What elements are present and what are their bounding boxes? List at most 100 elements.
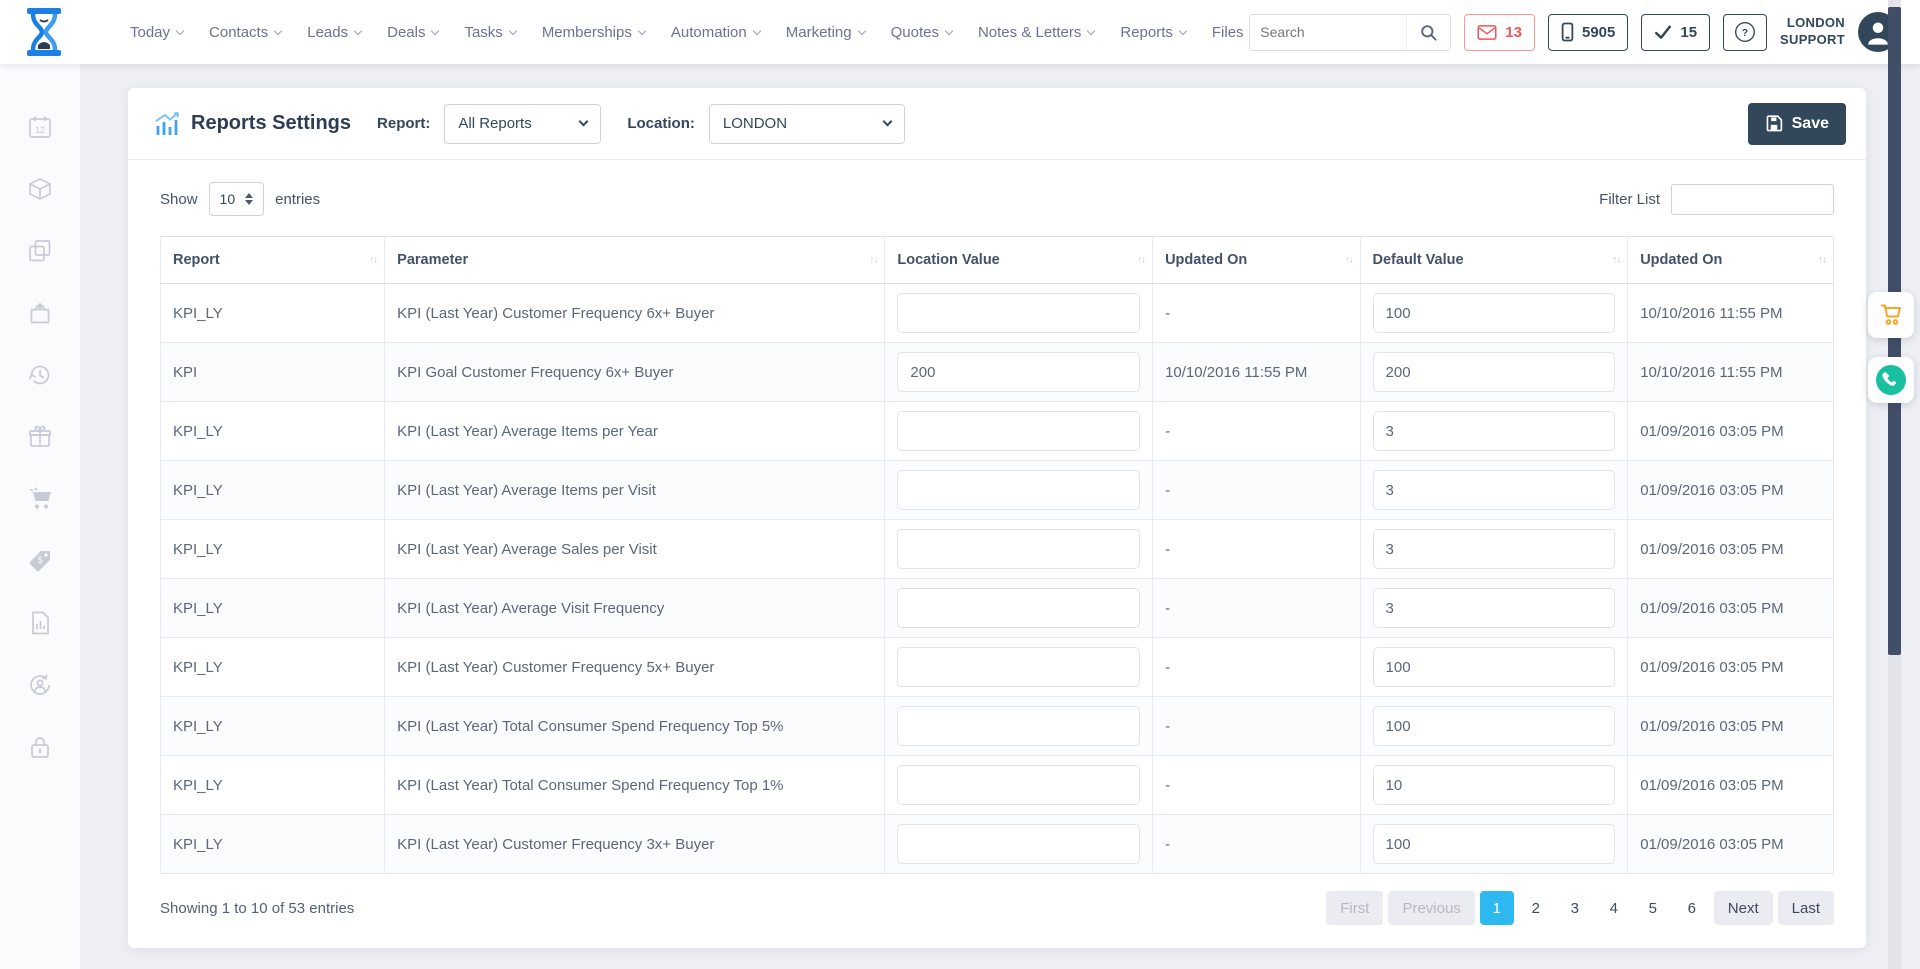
default-updated-cell: 01/09/2016 03:05 PM — [1628, 697, 1834, 756]
filter-input[interactable] — [1671, 184, 1834, 215]
help-button[interactable]: ? — [1723, 14, 1767, 51]
navbar-right: 13 5905 15 ? LONDON SUPPORT — [1249, 12, 1898, 52]
cart-icon[interactable] — [27, 486, 53, 512]
default-value-input[interactable] — [1373, 824, 1616, 864]
default-value-input[interactable] — [1373, 765, 1616, 805]
shopping-bag-icon[interactable] — [27, 300, 53, 326]
location-value-input[interactable] — [897, 293, 1140, 333]
default-updated-cell: 01/09/2016 03:05 PM — [1628, 402, 1834, 461]
default-value-input[interactable] — [1373, 352, 1616, 392]
nav-item-reports[interactable]: Reports — [1120, 24, 1186, 41]
pagination-page-1[interactable]: 1 — [1480, 891, 1514, 925]
pagination-page-3[interactable]: 3 — [1558, 891, 1592, 925]
location-value-input[interactable] — [897, 588, 1140, 628]
column-header-location-value[interactable]: Location Value↑↓ — [885, 237, 1153, 284]
column-header-updated-on[interactable]: Updated On↑↓ — [1153, 237, 1360, 284]
pagination-page-5[interactable]: 5 — [1636, 891, 1670, 925]
location-updated-cell: - — [1153, 638, 1360, 697]
default-value-input[interactable] — [1373, 529, 1616, 569]
tasks-badge[interactable]: 15 — [1641, 14, 1710, 51]
parameter-cell: KPI (Last Year) Average Visit Frequency — [385, 579, 885, 638]
nav-item-label: Files — [1212, 24, 1244, 41]
column-header-updated-on-2[interactable]: Updated On↑↓ — [1628, 237, 1834, 284]
package-icon[interactable] — [27, 176, 53, 202]
nav-item-deals[interactable]: Deals — [387, 24, 438, 41]
messages-badge[interactable]: 13 — [1464, 14, 1535, 51]
location-value-input[interactable] — [897, 706, 1140, 746]
nav-item-today[interactable]: Today — [130, 24, 183, 41]
location-value-input[interactable] — [897, 824, 1140, 864]
nav-item-leads[interactable]: Leads — [307, 24, 361, 41]
scrollbar-track[interactable] — [1888, 0, 1901, 969]
table-row: KPI_LY KPI (Last Year) Customer Frequenc… — [161, 284, 1834, 343]
table-row: KPI_LY KPI (Last Year) Average Items per… — [161, 402, 1834, 461]
table-row: KPI_LY KPI (Last Year) Average Items per… — [161, 461, 1834, 520]
gift-icon[interactable] — [27, 424, 53, 450]
chevron-down-icon — [1087, 26, 1095, 34]
copy-icon[interactable] — [27, 238, 53, 264]
cart-icon — [1878, 302, 1904, 328]
location-value-input[interactable] — [897, 470, 1140, 510]
price-tag-icon[interactable]: $ — [27, 548, 53, 574]
location-value-input[interactable] — [897, 352, 1140, 392]
default-updated-cell: 01/09/2016 03:05 PM — [1628, 579, 1834, 638]
report-cell: KPI_LY — [161, 756, 385, 815]
default-value-input[interactable] — [1373, 470, 1616, 510]
search-input[interactable] — [1250, 24, 1406, 40]
nav-item-marketing[interactable]: Marketing — [786, 24, 865, 41]
location-value-input[interactable] — [897, 411, 1140, 451]
floating-phone-button[interactable] — [1868, 357, 1914, 403]
location-value-input[interactable] — [897, 647, 1140, 687]
search-button[interactable] — [1406, 15, 1450, 50]
pagination-page-6[interactable]: 6 — [1675, 891, 1709, 925]
page-length-control: Show 10 entries — [160, 182, 320, 216]
default-value-input[interactable] — [1373, 588, 1616, 628]
pagination-next[interactable]: Next — [1714, 891, 1773, 925]
location-updated-cell: - — [1153, 579, 1360, 638]
report-cell: KPI_LY — [161, 520, 385, 579]
default-value-input[interactable] — [1373, 706, 1616, 746]
nav-item-memberships[interactable]: Memberships — [542, 24, 645, 41]
calls-badge[interactable]: 5905 — [1548, 14, 1628, 51]
column-header-parameter[interactable]: Parameter↑↓ — [385, 237, 885, 284]
location-select[interactable]: LONDON — [709, 104, 905, 144]
app-logo-hourglass-icon[interactable] — [26, 8, 62, 56]
account-sync-icon[interactable] — [27, 672, 53, 698]
search-box — [1249, 14, 1451, 51]
location-value-input[interactable] — [897, 529, 1140, 569]
pagination-page-2[interactable]: 2 — [1519, 891, 1553, 925]
default-updated-cell: 10/10/2016 11:55 PM — [1628, 343, 1834, 402]
nav-item-label: Notes & Letters — [978, 24, 1081, 41]
parameter-cell: KPI (Last Year) Total Consumer Spend Fre… — [385, 756, 885, 815]
history-icon[interactable] — [27, 362, 53, 388]
calendar-icon[interactable]: 12 — [27, 114, 53, 140]
page-length-select[interactable]: 10 — [209, 182, 265, 216]
entries-label: entries — [275, 191, 320, 208]
default-value-input[interactable] — [1373, 411, 1616, 451]
pagination-first[interactable]: First — [1326, 891, 1383, 925]
floating-cart-button[interactable] — [1868, 292, 1914, 338]
parameter-cell: KPI (Last Year) Average Items per Visit — [385, 461, 885, 520]
location-value-input[interactable] — [897, 765, 1140, 805]
nav-item-notes-letters[interactable]: Notes & Letters — [978, 24, 1094, 41]
report-cell: KPI_LY — [161, 638, 385, 697]
nav-item-tasks[interactable]: Tasks — [464, 24, 515, 41]
default-value-input[interactable] — [1373, 647, 1616, 687]
lock-icon[interactable] — [27, 734, 53, 760]
save-button[interactable]: Save — [1748, 103, 1846, 145]
pagination-previous[interactable]: Previous — [1388, 891, 1474, 925]
column-header-default-value[interactable]: Default Value↑↓ — [1360, 237, 1628, 284]
table-row: KPI_LY KPI (Last Year) Average Visit Fre… — [161, 579, 1834, 638]
column-header-report[interactable]: Report↑↓ — [161, 237, 385, 284]
nav-item-quotes[interactable]: Quotes — [891, 24, 952, 41]
default-value-input[interactable] — [1373, 293, 1616, 333]
pagination-last[interactable]: Last — [1778, 891, 1834, 925]
save-icon — [1765, 115, 1783, 133]
default-updated-cell: 01/09/2016 03:05 PM — [1628, 461, 1834, 520]
report-file-icon[interactable] — [27, 610, 53, 636]
nav-item-contacts[interactable]: Contacts — [209, 24, 281, 41]
nav-item-files[interactable]: Files — [1212, 24, 1244, 41]
nav-item-automation[interactable]: Automation — [671, 24, 760, 41]
report-select[interactable]: All Reports — [444, 104, 601, 144]
pagination-page-4[interactable]: 4 — [1597, 891, 1631, 925]
